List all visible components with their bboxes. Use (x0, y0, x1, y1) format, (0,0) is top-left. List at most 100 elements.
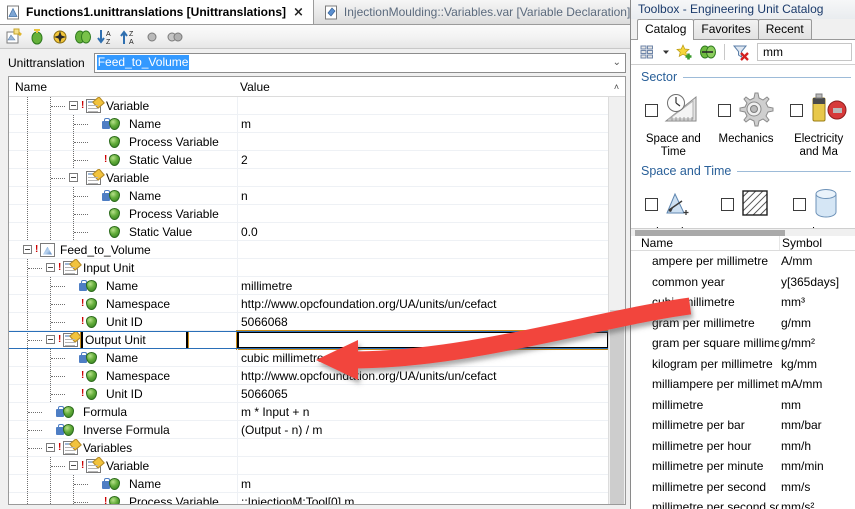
grid-cell-value[interactable] (237, 330, 609, 349)
expander-collapse-icon[interactable] (69, 460, 78, 470)
grid-cell-value[interactable] (237, 97, 608, 115)
checkbox[interactable] (717, 103, 731, 117)
grid-cell-name[interactable]: ! Namespace (9, 294, 237, 313)
grid-cell-value[interactable]: (Output - n) / m (237, 420, 608, 439)
table-row[interactable]: ! Process Variable::InjectionM:Tool[0].m (9, 492, 608, 504)
grid-cell-name[interactable]: Name (9, 474, 237, 493)
gallery-horizontal-scrollbar[interactable] (631, 229, 855, 236)
table-row[interactable]: Formula m * Input + n (9, 402, 608, 421)
table-row[interactable]: Name m (9, 474, 608, 493)
unit-col-symbol[interactable]: Symbol (779, 236, 855, 250)
table-row[interactable]: Name cubic millimetre (9, 348, 608, 367)
grid-cell-value[interactable]: ::InjectionM:Tool[0].m (237, 492, 608, 504)
table-row[interactable]: ! Feed_to_Volume (9, 240, 608, 259)
grid-cell-value[interactable]: 5066065 (237, 384, 608, 403)
grid-cell-name[interactable]: Formula (9, 402, 237, 421)
navigate-icon[interactable] (50, 27, 70, 47)
checkbox[interactable] (720, 197, 734, 211)
grid-cell-name[interactable]: Inverse Formula (9, 420, 237, 439)
list-item[interactable]: millimetre per minute mm/min (631, 456, 855, 477)
checkbox[interactable] (644, 197, 658, 211)
grid-cell-value[interactable]: 2 (237, 150, 608, 169)
grid-cell-name[interactable]: ! Input Unit (9, 258, 237, 277)
table-row[interactable]: ! Variable (9, 97, 608, 115)
grid-cell-value[interactable]: m * Input + n (237, 402, 608, 421)
grid-cell-name[interactable]: ! Process Variable (9, 492, 237, 504)
grid-cell-value[interactable]: 5066068 (237, 312, 608, 331)
add-favorite-icon[interactable] (674, 42, 694, 62)
grid-cell-name[interactable]: Process Variable (9, 204, 237, 223)
table-row[interactable]: Name m (9, 114, 608, 133)
grid-cell-name[interactable]: Name (9, 276, 237, 295)
list-item[interactable]: millimetre mm (631, 395, 855, 416)
table-row[interactable]: Process Variable (9, 132, 608, 151)
table-row[interactable]: ! Variables (9, 438, 608, 457)
grid-cell-value[interactable]: m (237, 474, 608, 493)
grid-cell-name[interactable]: ! Unit ID (9, 384, 237, 403)
tile-space-and-time[interactable]: Space and Time (637, 87, 710, 159)
grid-cell-value[interactable] (237, 168, 608, 187)
grid-cell-name[interactable]: ! Namespace (9, 366, 237, 385)
tab-variables[interactable]: InjectionMoulding::Variables.var [Variab… (318, 0, 637, 24)
table-row[interactable]: ! Static Value 2 (9, 150, 608, 169)
chevron-down-icon[interactable]: ⌄ (613, 54, 621, 72)
grid-cell-value[interactable]: cubic millimetre (237, 348, 608, 367)
tile-area[interactable]: area (710, 181, 783, 228)
tab-catalog[interactable]: Catalog (637, 19, 695, 40)
grid-col-name[interactable]: Name (9, 80, 237, 94)
tab-favorites[interactable]: Favorites (693, 19, 759, 39)
clear-filter-icon[interactable] (731, 42, 751, 62)
grid-cell-name[interactable]: ! Output Unit (9, 330, 237, 349)
table-row[interactable]: Static Value 0.0 (9, 222, 608, 241)
grid-cell-name[interactable]: ! Variable (9, 456, 237, 475)
grid-cell-value[interactable] (237, 204, 608, 223)
list-item[interactable]: common year y[365days] (631, 272, 855, 293)
grid-vertical-scrollbar[interactable] (608, 97, 625, 504)
grid-cell-value[interactable] (237, 456, 608, 475)
grid-cell-name[interactable]: Name (9, 114, 237, 133)
table-row[interactable]: ! Input Unit (9, 258, 608, 277)
chevron-down-icon[interactable] (661, 42, 670, 62)
checkbox[interactable] (644, 103, 658, 117)
grid-cell-value[interactable] (237, 258, 608, 277)
checkbox[interactable] (793, 197, 807, 211)
grid-cell-name[interactable]: ! Variable (9, 97, 237, 115)
unittranslation-combo[interactable]: Feed_to_Volume ⌄ (93, 52, 626, 73)
grid-cell-value[interactable]: m (237, 114, 608, 133)
table-row[interactable]: ! Output Unit (9, 330, 609, 349)
grid-cell-value[interactable]: n (237, 186, 608, 205)
unit-col-name[interactable]: Name (631, 236, 779, 250)
table-row[interactable]: Inverse Formula (Output - n) / m (9, 420, 608, 439)
grid-cell-name[interactable]: Name (9, 186, 237, 205)
list-item[interactable]: gram per square millimetreg/mm² (631, 333, 855, 354)
tile-length[interactable]: length, (637, 181, 710, 228)
table-row[interactable]: Name n (9, 186, 608, 205)
list-item[interactable]: ampere per millimetre A/mm (631, 251, 855, 272)
expander-collapse-icon[interactable] (69, 172, 78, 182)
expander-collapse-icon[interactable] (46, 334, 55, 344)
scrollbar-thumb[interactable] (610, 310, 624, 504)
table-row[interactable]: Process Variable (9, 204, 608, 223)
sort-ascending-icon[interactable]: A Z (96, 27, 116, 47)
list-item[interactable]: millimetre per second mm/s (631, 477, 855, 498)
grid-cell-name[interactable]: ! Variables (9, 438, 237, 457)
tab-recent[interactable]: Recent (757, 19, 812, 39)
unittranslation-value[interactable]: Feed_to_Volume (96, 55, 190, 70)
table-row[interactable]: Variable (9, 168, 608, 187)
table-row[interactable]: ! Namespace http://www.opcfoundation.org/U… (9, 366, 608, 385)
scroll-up-icon[interactable]: ˄ (608, 82, 625, 92)
grid-cell-name[interactable]: Process Variable (9, 132, 237, 151)
checkbox[interactable] (790, 103, 804, 117)
compare-icon[interactable] (73, 27, 93, 47)
view-list-icon[interactable] (637, 42, 657, 62)
grid-cell-value[interactable]: millimetre (237, 276, 608, 295)
grid-cell-value[interactable] (237, 240, 608, 259)
grid-cell-name[interactable]: ! Feed_to_Volume (9, 241, 237, 259)
grid-cell-value[interactable]: http://www.opcfoundation.org/UA/units/un… (237, 294, 608, 313)
list-item[interactable]: millimetre per second squar...mm/s² (631, 497, 855, 509)
grid-cell-value[interactable] (237, 132, 608, 151)
table-row[interactable]: Name millimetre (9, 276, 608, 295)
grid-cell-name[interactable]: Static Value (9, 222, 237, 241)
table-row[interactable]: ! Unit ID 5066065 (9, 384, 608, 403)
list-item[interactable]: millimetre per bar mm/bar (631, 415, 855, 436)
